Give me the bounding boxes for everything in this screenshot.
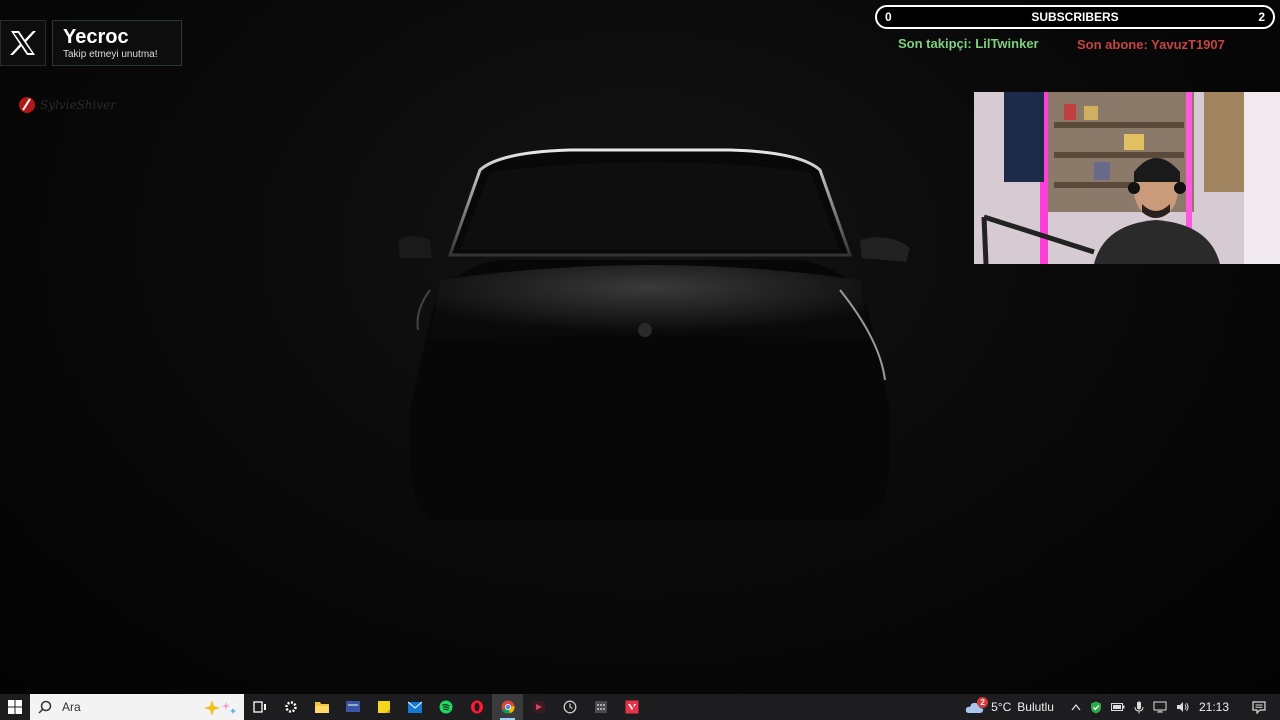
network-icon[interactable]: [1153, 701, 1167, 713]
subscriber-goal-bar: 0 SUBSCRIBERS 2: [875, 5, 1275, 29]
webcam-feed: [974, 92, 1280, 264]
x-logo-icon: [0, 20, 46, 66]
system-tray: 2 5°C Bulutlu 21:13: [965, 694, 1280, 720]
weather-widget[interactable]: 2 5°C Bulutlu: [965, 697, 1054, 714]
security-shield-icon[interactable]: [1090, 701, 1102, 714]
search-highlight-sparkle-icon: [204, 700, 236, 716]
battery-icon[interactable]: [1110, 702, 1125, 712]
opera-icon[interactable]: [461, 694, 492, 720]
search-placeholder: Ara: [62, 700, 81, 714]
clock-app-icon[interactable]: [554, 694, 585, 720]
microphone-icon[interactable]: [1134, 701, 1144, 714]
subscriber-current: 0: [885, 10, 892, 24]
last-subscriber-alert: Son abone: YavuzT1907: [1077, 37, 1225, 52]
valorant-icon[interactable]: [616, 694, 647, 720]
social-overlay: Yecroc Takip etmeyi unutma!: [0, 20, 182, 66]
weather-condition: Bulutlu: [1017, 700, 1054, 714]
chevron-up-icon[interactable]: [1071, 703, 1081, 711]
follow-reminder: Takip etmeyi unutma!: [63, 49, 158, 60]
task-view-icon[interactable]: [244, 694, 275, 720]
notifications-icon[interactable]: [1252, 700, 1266, 714]
sponsor-logo: SylvieShiver: [18, 96, 116, 114]
calculator-icon[interactable]: [585, 694, 616, 720]
display-app-icon[interactable]: [337, 694, 368, 720]
volume-icon[interactable]: [1176, 701, 1190, 713]
taskbar: Ara 2 5°C Bulutlu 21:13: [0, 694, 1280, 720]
start-button[interactable]: [0, 694, 30, 720]
social-info: Yecroc Takip etmeyi unutma!: [52, 20, 182, 66]
search-icon: [38, 700, 52, 714]
windows-logo-icon: [8, 700, 22, 714]
car-silhouette: [398, 148, 910, 520]
sponsor-text: SylvieShiver: [40, 98, 116, 112]
last-follower-alert: Son takipçi: LilTwinker: [898, 36, 1039, 51]
clock-time[interactable]: 21:13: [1199, 700, 1229, 714]
file-explorer-icon[interactable]: [306, 694, 337, 720]
media-player-icon[interactable]: [523, 694, 554, 720]
streamer-name: Yecroc: [63, 26, 129, 48]
mail-icon[interactable]: [399, 694, 430, 720]
sticky-notes-icon[interactable]: [368, 694, 399, 720]
subscriber-goal-target: 2: [1258, 10, 1265, 24]
temperature: 5°C: [991, 700, 1012, 714]
taskbar-search-box[interactable]: Ara: [30, 694, 244, 720]
subscriber-goal-title: SUBSCRIBERS: [1031, 10, 1119, 24]
settings-icon[interactable]: [275, 694, 306, 720]
sponsor-logo-icon: [19, 97, 35, 113]
chrome-icon[interactable]: [492, 694, 523, 720]
spotify-icon[interactable]: [430, 694, 461, 720]
weather-notification-badge: 2: [977, 697, 989, 708]
